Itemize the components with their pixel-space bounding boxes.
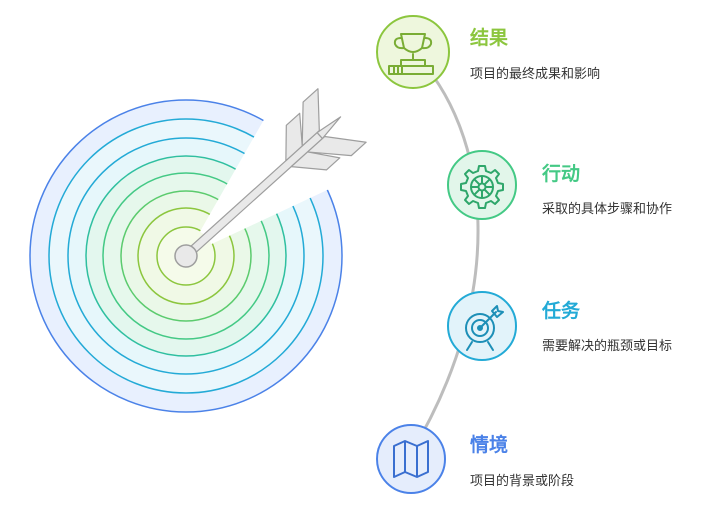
connector-curve	[408, 50, 480, 456]
step-task-title: 任务	[542, 300, 581, 322]
step-result-desc: 项目的最终成果和影响	[470, 67, 601, 82]
step-task-desc: 需要解决的瓶颈或目标	[542, 339, 673, 354]
step-situation-title: 情境	[470, 434, 509, 456]
step-action-desc: 采取的具体步骤和协作	[542, 202, 673, 217]
star-diagram	[29, 15, 517, 494]
step-situation-circle	[376, 424, 446, 494]
step-situation-desc: 项目的背景或阶段	[470, 474, 575, 489]
step-result-title: 结果	[470, 27, 509, 49]
step-situation	[376, 424, 446, 494]
step-result	[376, 15, 450, 89]
step-action-title: 行动	[542, 163, 581, 185]
step-task	[447, 291, 517, 361]
step-action	[447, 150, 517, 220]
